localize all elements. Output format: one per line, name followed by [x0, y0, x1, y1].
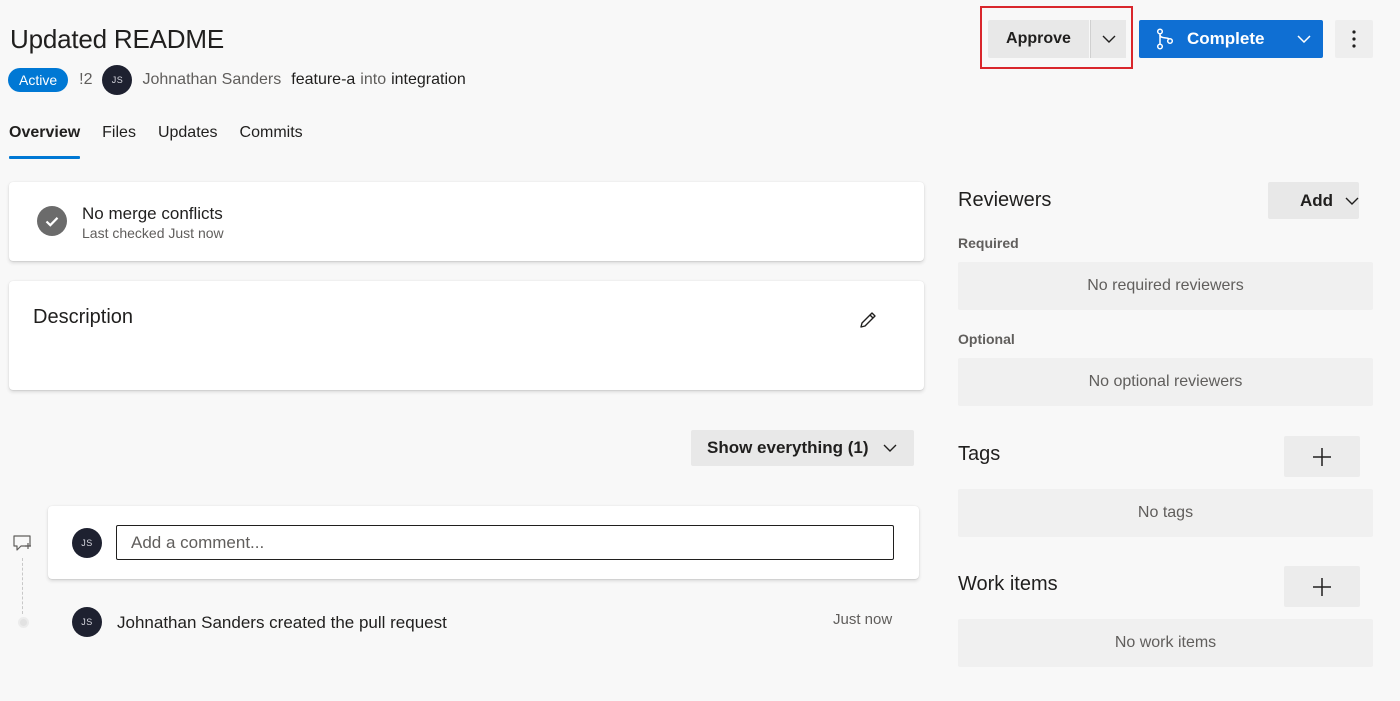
tab-updates[interactable]: Updates	[158, 124, 218, 158]
tab-bar: Overview Files Updates Commits	[9, 124, 325, 159]
approve-options-button[interactable]	[1090, 20, 1126, 58]
check-circle-icon	[37, 206, 67, 236]
add-comment-icon	[12, 534, 34, 559]
merge-status-subtitle: Last checked Just now	[82, 225, 224, 241]
chevron-down-icon	[1102, 35, 1116, 43]
pr-id: !2	[79, 71, 93, 88]
chevron-down-icon	[1345, 197, 1359, 205]
into-label: into	[360, 71, 387, 88]
more-vertical-icon	[1352, 30, 1356, 48]
work-items-heading: Work items	[958, 573, 1058, 595]
activity-timestamp: Just now	[833, 611, 893, 628]
optional-reviewers-label: Optional	[958, 331, 1015, 347]
add-reviewer-label: Add	[1300, 190, 1334, 210]
add-tag-button[interactable]	[1284, 436, 1360, 477]
merge-status-card: No merge conflicts Last checked Just now	[9, 182, 924, 261]
filter-label: Show everything (1)	[707, 438, 869, 457]
optional-reviewers-empty: No optional reviewers	[958, 358, 1373, 406]
required-reviewers-label: Required	[958, 235, 1019, 251]
pencil-icon[interactable]	[857, 309, 879, 331]
plus-icon	[1312, 577, 1332, 597]
more-actions-button[interactable]	[1335, 20, 1373, 58]
timeline-dot	[18, 617, 29, 628]
required-reviewers-empty: No required reviewers	[958, 262, 1373, 310]
chevron-down-icon	[1296, 35, 1311, 43]
author-avatar[interactable]: JS	[102, 65, 133, 95]
add-work-item-button[interactable]	[1284, 566, 1360, 607]
page-title: Updated README	[10, 24, 224, 54]
tags-empty: No tags	[958, 489, 1373, 537]
tab-commits[interactable]: Commits	[240, 124, 303, 158]
complete-options-button[interactable]	[1284, 20, 1323, 58]
commenter-avatar: JS	[72, 528, 102, 558]
timeline-connector	[22, 558, 23, 614]
pr-meta: Active !2 JS Johnathan Sanders feature-a…	[8, 65, 466, 95]
chevron-down-icon	[883, 444, 897, 452]
tab-files[interactable]: Files	[102, 124, 136, 158]
tab-overview[interactable]: Overview	[9, 124, 81, 159]
complete-label: Complete	[1187, 29, 1265, 48]
branch-merge-icon	[1156, 28, 1174, 50]
complete-button[interactable]: Complete	[1139, 20, 1284, 58]
description-card: Description	[9, 281, 924, 390]
status-badge: Active	[8, 68, 69, 92]
comment-input[interactable]	[116, 525, 894, 560]
tags-heading: Tags	[958, 443, 1001, 465]
plus-icon	[1312, 447, 1332, 467]
target-branch-link[interactable]: integration	[391, 71, 466, 89]
merge-status-title: No merge conflicts	[82, 204, 223, 223]
work-items-empty: No work items	[958, 619, 1373, 667]
comment-card: JS	[48, 506, 919, 579]
activity-text: Johnathan Sanders created the pull reque…	[117, 613, 447, 632]
add-reviewer-button[interactable]: Add	[1268, 182, 1359, 219]
description-title: Description	[33, 306, 134, 328]
approve-button[interactable]: Approve	[988, 20, 1089, 58]
show-everything-filter[interactable]: Show everything (1)	[691, 430, 914, 466]
author-name[interactable]: Johnathan Sanders	[142, 71, 281, 89]
activity-avatar: JS	[72, 607, 102, 637]
source-branch-link[interactable]: feature-a	[291, 71, 355, 89]
reviewers-heading: Reviewers	[958, 189, 1052, 211]
